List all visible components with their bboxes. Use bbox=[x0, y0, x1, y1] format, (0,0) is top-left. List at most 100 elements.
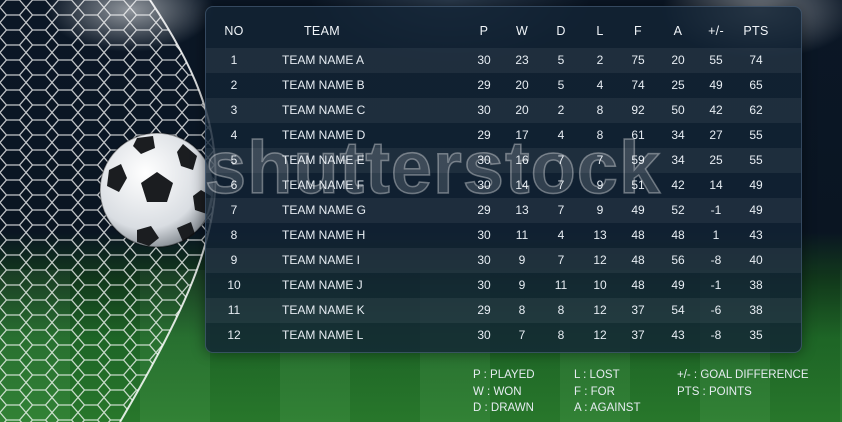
cell-played: 29 bbox=[477, 303, 491, 317]
cell-lost: 13 bbox=[593, 228, 607, 242]
cell-goals-against: 43 bbox=[671, 328, 685, 342]
header-drawn: D bbox=[556, 24, 566, 38]
legend-column-2: L : LOST F : FOR A : AGAINST bbox=[574, 367, 640, 417]
cell-points: 65 bbox=[749, 78, 763, 92]
cell-won: 9 bbox=[518, 253, 526, 267]
watermark: shutterstock bbox=[204, 125, 662, 210]
legend-lost: L : LOST bbox=[574, 369, 620, 381]
cell-lost: 12 bbox=[593, 253, 607, 267]
cell-goals-against: 20 bbox=[671, 53, 685, 67]
cell-goal-difference: -8 bbox=[710, 253, 722, 267]
cell-position: 12 bbox=[227, 328, 241, 342]
header-won: W bbox=[515, 24, 529, 38]
cell-team-name: TEAM NAME C bbox=[282, 103, 366, 117]
header-lost: L bbox=[596, 24, 604, 38]
cell-goals-against: 49 bbox=[671, 278, 685, 292]
table-row: 12 TEAM NAME L 30 7 8 12 37 43 -8 35 bbox=[206, 323, 801, 348]
cell-position: 1 bbox=[230, 53, 238, 67]
cell-goals-for: 48 bbox=[631, 278, 645, 292]
header-for: F bbox=[634, 24, 642, 38]
header-played: P bbox=[479, 24, 489, 38]
cell-drawn: 7 bbox=[557, 253, 565, 267]
cell-lost: 12 bbox=[593, 303, 607, 317]
legend-drawn: D : DRAWN bbox=[473, 402, 534, 414]
cell-goals-for: 48 bbox=[631, 228, 645, 242]
cell-goals-for: 75 bbox=[631, 53, 645, 67]
table-row: 10 TEAM NAME J 30 9 11 10 48 49 -1 38 bbox=[206, 273, 801, 298]
cell-drawn: 11 bbox=[554, 278, 568, 292]
header-points: PTS bbox=[743, 24, 769, 38]
cell-goal-difference: -1 bbox=[710, 278, 722, 292]
cell-goals-against: 50 bbox=[671, 103, 685, 117]
cell-goals-against: 56 bbox=[671, 253, 685, 267]
cell-won: 8 bbox=[518, 303, 526, 317]
cell-drawn: 5 bbox=[557, 53, 565, 67]
cell-won: 11 bbox=[515, 228, 529, 242]
cell-points: 49 bbox=[749, 203, 763, 217]
cell-played: 30 bbox=[477, 328, 491, 342]
cell-goal-difference: 42 bbox=[709, 103, 723, 117]
cell-points: 55 bbox=[749, 153, 763, 167]
cell-goal-difference: 27 bbox=[709, 128, 723, 142]
table-row: 9 TEAM NAME I 30 9 7 12 48 56 -8 40 bbox=[206, 248, 801, 273]
cell-points: 62 bbox=[749, 103, 763, 117]
table-row: 2 TEAM NAME B 29 20 5 4 74 25 49 65 bbox=[206, 73, 801, 98]
cell-lost: 2 bbox=[596, 53, 604, 67]
table-row: 8 TEAM NAME H 30 11 4 13 48 48 1 43 bbox=[206, 223, 801, 248]
legend-won: W : WON bbox=[473, 385, 522, 398]
cell-goal-difference: -8 bbox=[710, 328, 722, 342]
cell-goal-difference: 55 bbox=[709, 53, 723, 67]
cell-goals-against: 34 bbox=[671, 128, 685, 142]
cell-position: 8 bbox=[230, 228, 238, 242]
cell-drawn: 4 bbox=[557, 228, 565, 242]
cell-position: 9 bbox=[230, 253, 238, 267]
cell-won: 7 bbox=[518, 328, 526, 342]
soccer-ball-icon bbox=[99, 132, 215, 248]
cell-goals-against: 52 bbox=[671, 203, 685, 217]
legend-played: P : PLAYED bbox=[473, 369, 535, 381]
cell-won: 23 bbox=[515, 53, 529, 67]
cell-goal-difference: -1 bbox=[710, 203, 722, 217]
legend-column-3: +/- : GOAL DIFFERENCE PTS : POINTS bbox=[677, 367, 809, 400]
cell-points: 43 bbox=[749, 228, 763, 242]
legend-against: A : AGAINST bbox=[574, 402, 641, 414]
cell-goals-against: 25 bbox=[671, 78, 685, 92]
cell-goals-against: 34 bbox=[671, 153, 685, 167]
cell-position: 2 bbox=[230, 78, 238, 92]
cell-points: 38 bbox=[749, 303, 763, 317]
legend-for: F : FOR bbox=[574, 385, 615, 398]
cell-won: 20 bbox=[515, 103, 529, 117]
cell-goals-against: 42 bbox=[671, 178, 685, 192]
cell-goal-difference: 14 bbox=[709, 178, 723, 192]
cell-goal-difference: 25 bbox=[709, 153, 723, 167]
cell-played: 29 bbox=[477, 78, 491, 92]
cell-goals-against: 48 bbox=[671, 228, 685, 242]
cell-points: 40 bbox=[749, 253, 763, 267]
cell-position: 10 bbox=[227, 278, 241, 292]
cell-played: 30 bbox=[477, 228, 491, 242]
cell-drawn: 2 bbox=[557, 103, 565, 117]
cell-lost: 8 bbox=[596, 103, 604, 117]
legend-points: PTS : POINTS bbox=[677, 385, 752, 398]
cell-played: 30 bbox=[477, 103, 491, 117]
cell-team-name: TEAM NAME H bbox=[282, 228, 366, 242]
header-goal-difference: +/- bbox=[708, 24, 724, 38]
cell-points: 74 bbox=[749, 53, 763, 67]
cell-goals-for: 92 bbox=[631, 103, 645, 117]
cell-points: 35 bbox=[749, 328, 763, 342]
cell-lost: 10 bbox=[593, 278, 607, 292]
header-team: TEAM bbox=[304, 24, 340, 38]
cell-played: 30 bbox=[477, 53, 491, 67]
cell-goals-against: 54 bbox=[671, 303, 685, 317]
cell-goal-difference: -6 bbox=[710, 303, 722, 317]
cell-points: 38 bbox=[749, 278, 763, 292]
legend-goal-difference: +/- : GOAL DIFFERENCE bbox=[677, 369, 809, 381]
cell-team-name: TEAM NAME K bbox=[282, 303, 365, 317]
table-row: 1 TEAM NAME A 30 23 5 2 75 20 55 74 bbox=[206, 48, 801, 73]
cell-goals-for: 74 bbox=[631, 78, 645, 92]
cell-goal-difference: 49 bbox=[709, 78, 723, 92]
cell-team-name: TEAM NAME B bbox=[282, 78, 365, 92]
cell-points: 49 bbox=[749, 178, 763, 192]
cell-team-name: TEAM NAME L bbox=[282, 328, 364, 342]
cell-played: 30 bbox=[477, 278, 491, 292]
